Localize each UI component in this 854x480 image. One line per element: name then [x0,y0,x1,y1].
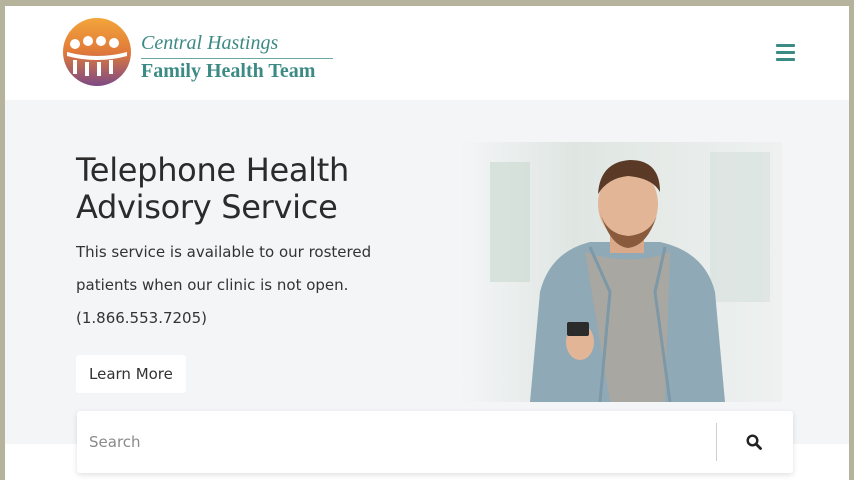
logo-text-line2: Family Health Team [141,60,316,82]
hero-section: Telephone Health Advisory Service This s… [5,100,849,444]
hero-description: This service is available to our rostere… [76,243,372,327]
page: Central Hastings Family Health Team Tele… [5,6,849,480]
learn-more-button[interactable]: Learn More [76,355,186,393]
search-bar [77,411,793,473]
site-header: Central Hastings Family Health Team [5,6,849,100]
logo-mark-icon [63,18,131,86]
search-icon[interactable] [737,425,771,459]
site-logo[interactable]: Central Hastings Family Health Team [61,16,341,88]
logo-divider [141,58,333,59]
logo-text-line1: Central Hastings [141,32,279,54]
hero-title: Telephone Health Advisory Service [76,151,349,226]
hamburger-menu-icon[interactable] [767,36,803,68]
search-divider [716,423,717,461]
hero-photo-man-with-phone [460,142,782,402]
search-input[interactable] [89,411,709,473]
